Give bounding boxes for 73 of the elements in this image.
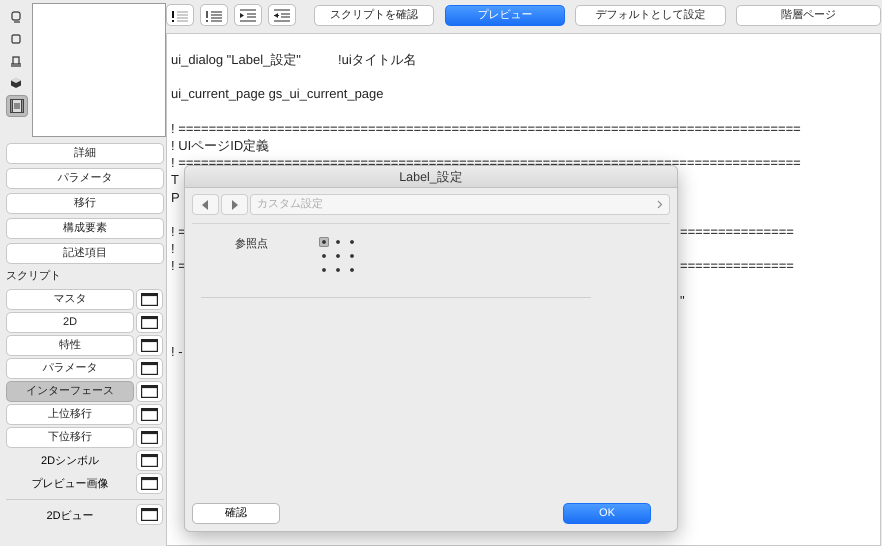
anchor-point-grid[interactable] [319, 236, 357, 275]
open-window-button[interactable] [136, 426, 163, 448]
window-icon [141, 476, 158, 490]
window-icon [141, 384, 158, 398]
table-icon [10, 56, 22, 66]
script-button[interactable]: 上位移行 [6, 404, 134, 424]
window-icon [141, 292, 158, 306]
toolbar-button[interactable]: 階層ページ [736, 4, 881, 26]
code-comment: !uiタイトル名 [338, 51, 417, 68]
script-button[interactable]: パラメータ [6, 358, 134, 378]
window-icon [10, 11, 22, 23]
toolbar-button[interactable]: デフォルトとして設定 [575, 4, 726, 26]
cube-icon [10, 77, 22, 89]
format-button[interactable] [166, 4, 194, 26]
code-line: ui_dialog "Label_設定" [171, 51, 302, 68]
forward-button[interactable] [221, 194, 248, 215]
window-icon [141, 430, 158, 444]
script-button[interactable]: マスタ [6, 288, 134, 310]
format-button[interactable] [234, 4, 262, 26]
page-path: カスタム設定 [257, 196, 324, 212]
code-line: ! [171, 240, 175, 258]
window-icon [141, 508, 158, 520]
script-link[interactable]: 2Dシンボル [6, 450, 134, 472]
film-icon [9, 98, 25, 114]
script-button[interactable]: インターフェース [6, 380, 134, 402]
code-line: =============== [680, 257, 794, 274]
section-button[interactable]: 移行 [6, 193, 164, 214]
anchor-point[interactable] [319, 237, 329, 247]
preview-button[interactable]: プレビュー [445, 4, 565, 26]
script-link[interactable]: 2Dビュー [6, 504, 134, 528]
section-heading: スクリプト [6, 268, 62, 284]
view-button[interactable] [6, 95, 28, 117]
back-arrow-icon [202, 200, 209, 210]
open-window-button[interactable] [136, 334, 163, 356]
chevron-icon [657, 200, 663, 209]
open-window-button[interactable] [136, 504, 163, 524]
section-button[interactable]: 詳細 [6, 143, 164, 164]
format-button[interactable] [268, 4, 296, 26]
open-window-button[interactable] [136, 358, 163, 378]
square-icon [11, 34, 21, 44]
script-button[interactable]: 下位移行 [6, 426, 134, 448]
forward-arrow-icon [231, 200, 238, 210]
window-icon [141, 338, 158, 352]
script-button[interactable]: 2D [6, 312, 134, 332]
toolbar-button[interactable]: スクリプトを確認 [314, 4, 434, 26]
window-icon [141, 316, 158, 328]
check-button[interactable]: 確認 [192, 503, 280, 524]
window-icon [141, 454, 158, 466]
code-line: ! - [171, 343, 183, 360]
open-window-button[interactable] [136, 312, 163, 332]
script-link[interactable]: プレビュー画像 [6, 472, 134, 496]
code-line: ui_current_page gs_ui_current_page [171, 85, 384, 103]
section-button[interactable]: 記述項目 [6, 243, 164, 264]
window-icon [141, 362, 158, 374]
open-window-button[interactable] [136, 288, 163, 310]
open-window-button[interactable] [136, 472, 163, 494]
code-line: " [680, 292, 685, 309]
code-line: =============== [680, 222, 794, 240]
code-line: T [171, 171, 179, 188]
code-line: P [171, 188, 180, 206]
back-button[interactable] [192, 194, 219, 215]
format-button[interactable] [200, 4, 228, 26]
open-window-button[interactable] [136, 404, 163, 424]
window-icon [141, 408, 158, 420]
anchor-label: 参照点 [235, 236, 269, 252]
open-window-button[interactable] [136, 450, 163, 470]
script-button[interactable]: 特性 [6, 334, 134, 356]
code-line: ! ================================================================================== [171, 120, 801, 137]
open-window-button[interactable] [136, 380, 163, 402]
dialog-title: Label_設定 [185, 166, 677, 188]
section-button[interactable]: 構成要素 [6, 218, 164, 239]
section-button[interactable]: パラメータ [6, 168, 164, 189]
code-line: ! UIページID定義 [171, 136, 270, 154]
